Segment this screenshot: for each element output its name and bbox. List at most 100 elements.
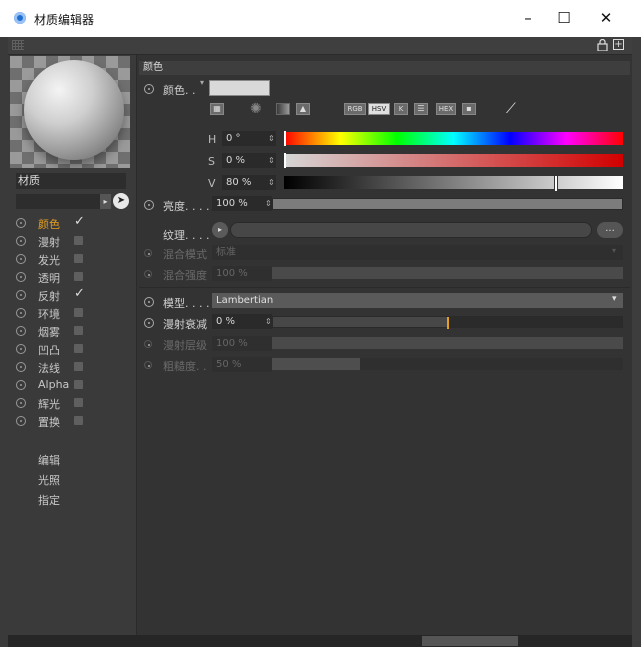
channel-label[interactable]: 漫射 [38, 234, 60, 250]
channel-label[interactable]: 透明 [38, 270, 60, 286]
channel-item[interactable]: 凹凸 [16, 340, 131, 358]
channel-item[interactable]: Alpha [16, 376, 131, 394]
pointer-icon[interactable]: ➤ [113, 193, 129, 209]
channel-item[interactable]: 烟雾 [16, 322, 131, 340]
image-picker-icon[interactable]: ▲ [296, 103, 310, 115]
channel-radio[interactable] [16, 290, 26, 300]
hex-mode-button[interactable]: HEX [436, 103, 456, 115]
channel-checkbox[interactable] [74, 236, 83, 245]
menu-item-lighting[interactable]: 光照 [38, 472, 60, 488]
color-radio[interactable] [144, 84, 154, 94]
channel-checkbox[interactable] [74, 326, 83, 335]
expand-icon[interactable]: + [613, 39, 624, 50]
eyedropper-icon[interactable]: ⟋ [506, 100, 524, 118]
gradient-icon[interactable] [276, 103, 290, 115]
hue-slider-handle[interactable] [284, 131, 286, 146]
saturation-slider[interactable] [284, 154, 623, 167]
diffuse-falloff-radio[interactable] [144, 318, 154, 328]
diffuse-falloff-marker[interactable] [446, 317, 449, 329]
channel-item[interactable]: 环境 [16, 304, 131, 322]
channel-checkbox[interactable] [74, 254, 83, 263]
material-name-field[interactable]: 材质 [16, 173, 126, 189]
channel-item[interactable]: 置换 [16, 412, 131, 430]
channel-checkbox[interactable] [74, 272, 83, 281]
model-dropdown[interactable]: Lambertian [212, 293, 623, 308]
channel-label[interactable]: 环境 [38, 306, 60, 322]
value-spinner-icon[interactable]: ⇕ [268, 178, 275, 187]
dropdown-arrow-icon[interactable]: ▾ [200, 79, 206, 87]
channel-label[interactable]: 凹凸 [38, 342, 60, 358]
diffuse-falloff-spinner-icon[interactable]: ⇕ [265, 317, 272, 326]
value-slider[interactable] [284, 176, 623, 189]
channel-item[interactable]: 发光 [16, 250, 131, 268]
channel-label[interactable]: 发光 [38, 252, 60, 268]
color-wheel-icon[interactable]: ✺ [250, 101, 266, 117]
channel-radio[interactable] [16, 254, 26, 264]
channel-label[interactable]: 辉光 [38, 396, 60, 412]
maximize-button[interactable]: ☐ [546, 6, 582, 30]
channel-checkbox[interactable] [74, 416, 83, 425]
channel-item[interactable]: 辉光 [16, 394, 131, 412]
material-preview[interactable] [10, 56, 130, 168]
rgb-mode-button[interactable]: RGB [344, 103, 366, 115]
lock-icon[interactable] [597, 38, 608, 52]
minimize-button[interactable]: – [510, 6, 546, 30]
hue-spinner-icon[interactable]: ⇕ [268, 134, 275, 143]
channel-label[interactable]: 颜色 [38, 216, 60, 232]
color-swatch[interactable] [209, 80, 270, 96]
channel-item[interactable]: 法线 [16, 358, 131, 376]
material-link-field[interactable] [16, 194, 100, 209]
checkmark-icon[interactable]: ✓ [74, 286, 85, 301]
channel-label[interactable]: 烟雾 [38, 324, 60, 340]
channel-radio[interactable] [16, 236, 26, 246]
model-radio[interactable] [144, 297, 154, 307]
channel-radio[interactable] [16, 344, 26, 354]
texture-more-button[interactable]: ... [597, 222, 623, 238]
channel-item[interactable]: 透明 [16, 268, 131, 286]
saturation-slider-handle[interactable] [284, 153, 286, 168]
channel-checkbox[interactable] [74, 398, 83, 407]
channel-radio[interactable] [16, 272, 26, 282]
channel-radio[interactable] [16, 218, 26, 228]
channel-radio[interactable] [16, 362, 26, 372]
diffuse-falloff-value[interactable]: 0 % [212, 314, 272, 329]
close-button[interactable]: ✕ [588, 6, 624, 30]
horizontal-scrollbar[interactable] [8, 635, 632, 647]
channel-item[interactable]: 颜色 ✓ [16, 214, 131, 232]
channel-label[interactable]: 法线 [38, 360, 60, 376]
swatches-icon[interactable]: ▪ [462, 103, 476, 115]
channel-item[interactable]: 漫射 [16, 232, 131, 250]
menu-item-edit[interactable]: 编辑 [38, 452, 60, 468]
brightness-spinner-icon[interactable]: ⇕ [265, 199, 272, 208]
channel-label[interactable]: 置换 [38, 414, 60, 430]
brightness-slider[interactable] [272, 198, 623, 210]
saturation-spinner-icon[interactable]: ⇕ [268, 156, 275, 165]
material-arrow-button[interactable]: ▸ [100, 194, 111, 209]
channel-checkbox[interactable] [74, 344, 83, 353]
channel-radio[interactable] [16, 308, 26, 318]
hsv-mode-button[interactable]: HSV [368, 103, 390, 115]
mixer-icon[interactable]: ☰ [414, 103, 428, 115]
brightness-value[interactable]: 100 % [212, 196, 272, 211]
value-slider-handle[interactable] [554, 175, 559, 192]
scrollbar-thumb[interactable] [422, 636, 518, 646]
channel-label[interactable]: Alpha [38, 378, 69, 391]
texture-arrow-button[interactable]: ▸ [212, 222, 228, 238]
channel-radio[interactable] [16, 416, 26, 426]
chevron-down-icon[interactable]: ▾ [612, 294, 617, 304]
channel-radio[interactable] [16, 398, 26, 408]
diffuse-falloff-slider[interactable] [272, 316, 623, 329]
kelvin-mode-button[interactable]: K [394, 103, 408, 115]
menu-item-assign[interactable]: 指定 [38, 492, 60, 508]
checkmark-icon[interactable]: ✓ [74, 214, 85, 229]
channel-checkbox[interactable] [74, 380, 83, 389]
channel-item[interactable]: 反射 ✓ [16, 286, 131, 304]
channel-radio[interactable] [16, 380, 26, 390]
channel-radio[interactable] [16, 326, 26, 336]
texture-field[interactable] [230, 222, 592, 238]
hue-slider[interactable] [284, 132, 623, 145]
brightness-radio[interactable] [144, 200, 154, 210]
channel-label[interactable]: 反射 [38, 288, 60, 304]
channel-checkbox[interactable] [74, 308, 83, 317]
channel-checkbox[interactable] [74, 362, 83, 371]
